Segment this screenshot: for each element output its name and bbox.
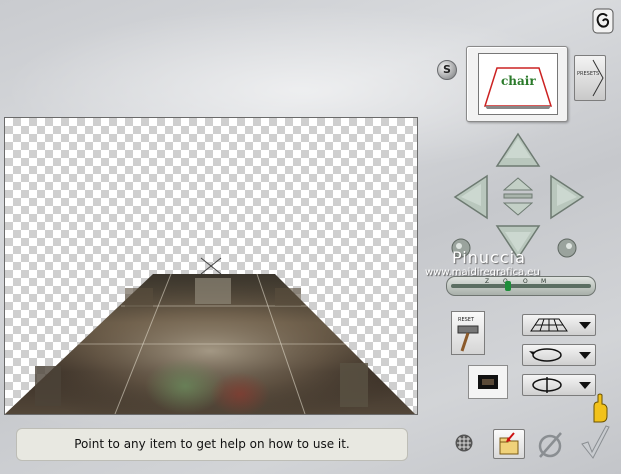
thumbnail-image: chair bbox=[478, 53, 558, 115]
small-down-icon[interactable] bbox=[503, 202, 533, 216]
preview-canvas[interactable] bbox=[4, 117, 418, 415]
chevron-down-icon bbox=[579, 382, 591, 389]
reset-button[interactable]: RESET bbox=[451, 311, 485, 355]
watermark-name: Pinuccia bbox=[452, 248, 526, 267]
mode-dropdown-loop[interactable] bbox=[522, 344, 596, 366]
small-preview-image bbox=[478, 375, 498, 389]
preview-thumbnail[interactable]: chair bbox=[466, 46, 568, 122]
chevron-down-icon bbox=[579, 322, 591, 329]
presets-button[interactable]: PRESETS bbox=[574, 55, 606, 101]
perspective-grid-icon bbox=[530, 318, 568, 332]
chevron-down-icon bbox=[579, 352, 591, 359]
zoom-tick: M bbox=[541, 278, 547, 285]
small-up-icon[interactable] bbox=[503, 177, 533, 191]
zoom-tick: O bbox=[523, 278, 528, 285]
mode-dropdown-perspective[interactable] bbox=[522, 314, 596, 336]
ellipse-axis-icon bbox=[532, 377, 562, 393]
pointing-hand-icon[interactable] bbox=[588, 392, 610, 424]
grid-icon[interactable] bbox=[455, 434, 473, 452]
thumbnail-caption: chair bbox=[501, 74, 536, 88]
help-status-bar: Point to any item to get help on how to … bbox=[16, 428, 408, 461]
zoom-tick: Z bbox=[485, 278, 490, 285]
perspective-floor-image bbox=[5, 257, 415, 414]
cancel-icon[interactable] bbox=[537, 429, 565, 459]
zoom-scale bbox=[451, 284, 591, 288]
center-divider bbox=[503, 193, 533, 199]
zoom-slider[interactable]: Z O O M bbox=[446, 276, 596, 296]
load-folder-button[interactable] bbox=[493, 429, 525, 459]
s-button[interactable]: S bbox=[437, 60, 457, 80]
checkmark-icon[interactable] bbox=[580, 424, 610, 460]
hammer-icon bbox=[457, 325, 479, 352]
small-preview-button[interactable] bbox=[468, 365, 508, 399]
c-swirl-logo-icon bbox=[592, 8, 614, 34]
arrow-right-icon[interactable] bbox=[549, 174, 585, 220]
mode-dropdown-axis[interactable] bbox=[522, 374, 596, 396]
load-folder-icon bbox=[499, 432, 519, 455]
arrow-left-icon[interactable] bbox=[453, 174, 489, 220]
presets-chevron-icon bbox=[592, 59, 604, 97]
ellipse-loop-icon bbox=[529, 348, 562, 362]
rotate-right-icon[interactable] bbox=[557, 238, 577, 258]
zoom-slider-thumb[interactable] bbox=[505, 281, 512, 291]
arrow-up-icon[interactable] bbox=[495, 132, 541, 168]
